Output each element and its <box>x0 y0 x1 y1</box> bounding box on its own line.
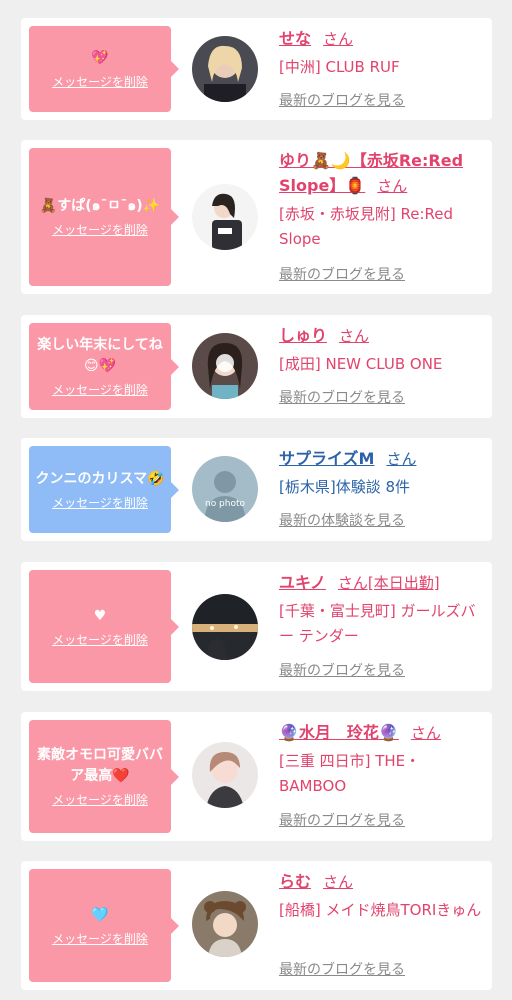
delete-message-link[interactable]: メッセージを削除 <box>52 631 148 648</box>
message-card: ♥ メッセージを削除 ユキノ さん[本日出勤] [千葉・富士見町] ガールズバー … <box>21 562 492 691</box>
honorific: さん <box>323 873 354 891</box>
message-text: 🧸すぱ(๑¯ㅁ¯๑)✨ <box>39 198 161 214</box>
latest-blog-link[interactable]: 最新のブログを見る <box>279 660 405 680</box>
delete-message-link[interactable]: メッセージを削除 <box>52 791 148 808</box>
message-bubble: 素敵オモロ可愛ババア最高❤️ メッセージを削除 <box>29 720 179 833</box>
message-bubble: 楽しい年末にしてね😊💖 メッセージを削除 <box>29 323 179 410</box>
message-bubble: 💖 メッセージを削除 <box>29 26 179 112</box>
user-name-link[interactable]: サプライズM さん <box>279 446 482 472</box>
latest-blog-link[interactable]: 最新のブログを見る <box>279 264 405 284</box>
post-info: サプライズM さん [栃木県]体験談 8件 最新の体験談を見る <box>279 446 482 533</box>
honorific: さん <box>377 177 408 195</box>
latest-blog-link[interactable]: 最新のブログを見る <box>279 90 405 110</box>
post-info: せな さん [中洲] CLUB RUF 最新のブログを見る <box>279 26 482 112</box>
user-name-link[interactable]: 🔮水月 玲花🔮 さん <box>279 720 482 746</box>
post-info: ユキノ さん[本日出勤] [千葉・富士見町] ガールズバー テンダー 最新のブログ… <box>279 570 482 683</box>
shop-label: [三重 四日市] THE・BAMBOO <box>279 752 421 795</box>
message-bubble: クンニのカリスマ🤣 メッセージを削除 <box>29 446 179 533</box>
delete-message-link[interactable]: メッセージを削除 <box>52 930 148 947</box>
post-info: ゆり🧸🌙【赤坂Re:Red Slope】🏮 さん [赤坂・赤坂見附] Re:Red… <box>279 148 482 286</box>
shop-label: [栃木県]体験談 8件 <box>279 478 411 496</box>
user-name-link[interactable]: しゅり さん <box>279 323 482 349</box>
post-info: しゅり さん [成田] NEW CLUB ONE 最新のブログを見る <box>279 323 482 410</box>
shop-label: [中洲] CLUB RUF <box>279 58 400 76</box>
no-photo-text: no photo <box>205 499 246 509</box>
shop-label: [船橋] メイド焼鳥TORIきゅん <box>279 901 482 919</box>
honorific: さん <box>323 30 354 48</box>
avatar[interactable] <box>192 333 258 399</box>
latest-blog-link[interactable]: 最新のブログを見る <box>279 959 405 979</box>
message-card: 素敵オモロ可愛ババア最高❤️ メッセージを削除 🔮水月 玲花🔮 さん [三重 四日… <box>21 712 492 841</box>
honorific: さん <box>410 724 441 742</box>
message-bubble: 🧸すぱ(๑¯ㅁ¯๑)✨ メッセージを削除 <box>29 148 179 286</box>
avatar[interactable]: no photo <box>192 456 258 522</box>
message-text: 🩵 <box>91 906 109 923</box>
message-text: ♥ <box>93 607 107 624</box>
post-info: らむ さん [船橋] メイド焼鳥TORIきゅん 最新のブログを見る <box>279 869 482 982</box>
message-bubble: 🩵 メッセージを削除 <box>29 869 179 982</box>
user-name-link[interactable]: ユキノ さん[本日出勤] <box>279 570 482 596</box>
post-info: 🔮水月 玲花🔮 さん [三重 四日市] THE・BAMBOO 最新のブログを見る <box>279 720 482 833</box>
honorific: さん[本日出勤] <box>337 574 440 592</box>
avatar[interactable] <box>192 742 258 808</box>
delete-message-link[interactable]: メッセージを削除 <box>52 73 148 90</box>
message-card: 💖 メッセージを削除 せな さん [中洲] CLUB RUF 最新のブログを見る <box>21 18 492 120</box>
user-name-link[interactable]: らむ さん <box>279 869 482 895</box>
message-card: クンニのカリスマ🤣 メッセージを削除 no photo サプライズM さん [栃木… <box>21 438 492 541</box>
shop-label: [千葉・富士見町] ガールズバー テンダー <box>279 602 476 645</box>
avatar[interactable] <box>192 184 258 250</box>
shop-label: [成田] NEW CLUB ONE <box>279 355 443 373</box>
honorific: さん <box>386 450 417 468</box>
message-text: 楽しい年末にしてね😊💖 <box>37 337 163 374</box>
avatar[interactable] <box>192 891 258 957</box>
delete-message-link[interactable]: メッセージを削除 <box>52 494 148 511</box>
user-name-link[interactable]: せな さん <box>279 26 482 52</box>
message-bubble: ♥ メッセージを削除 <box>29 570 179 683</box>
avatar[interactable] <box>192 36 258 102</box>
message-card: 楽しい年末にしてね😊💖 メッセージを削除 しゅり さん [成田] NEW CLUB… <box>21 315 492 418</box>
avatar[interactable] <box>192 594 258 660</box>
honorific: さん <box>339 327 370 345</box>
delete-message-link[interactable]: メッセージを削除 <box>52 381 148 398</box>
message-text: 素敵オモロ可愛ババア最高❤️ <box>37 747 163 784</box>
user-name-link[interactable]: ゆり🧸🌙【赤坂Re:Red Slope】🏮 さん <box>279 148 482 199</box>
message-list: 💖 メッセージを削除 せな さん [中洲] CLUB RUF 最新のブログを見る … <box>0 0 512 1000</box>
message-card: 🩵 メッセージを削除 らむ さん [船橋] メイド焼鳥TORIきゅん 最新のブログ… <box>21 861 492 990</box>
delete-message-link[interactable]: メッセージを削除 <box>52 221 148 238</box>
latest-blog-link[interactable]: 最新のブログを見る <box>279 387 405 407</box>
message-card: 🧸すぱ(๑¯ㅁ¯๑)✨ メッセージを削除 ゆり🧸🌙【赤坂Re:Red Slope… <box>21 140 492 294</box>
latest-review-link[interactable]: 最新の体験談を見る <box>279 510 405 530</box>
shop-label: [赤坂・赤坂見附] Re:Red Slope <box>279 205 454 248</box>
latest-blog-link[interactable]: 最新のブログを見る <box>279 810 405 830</box>
message-text: 💖 <box>91 50 109 66</box>
message-text: クンニのカリスマ🤣 <box>35 470 165 487</box>
